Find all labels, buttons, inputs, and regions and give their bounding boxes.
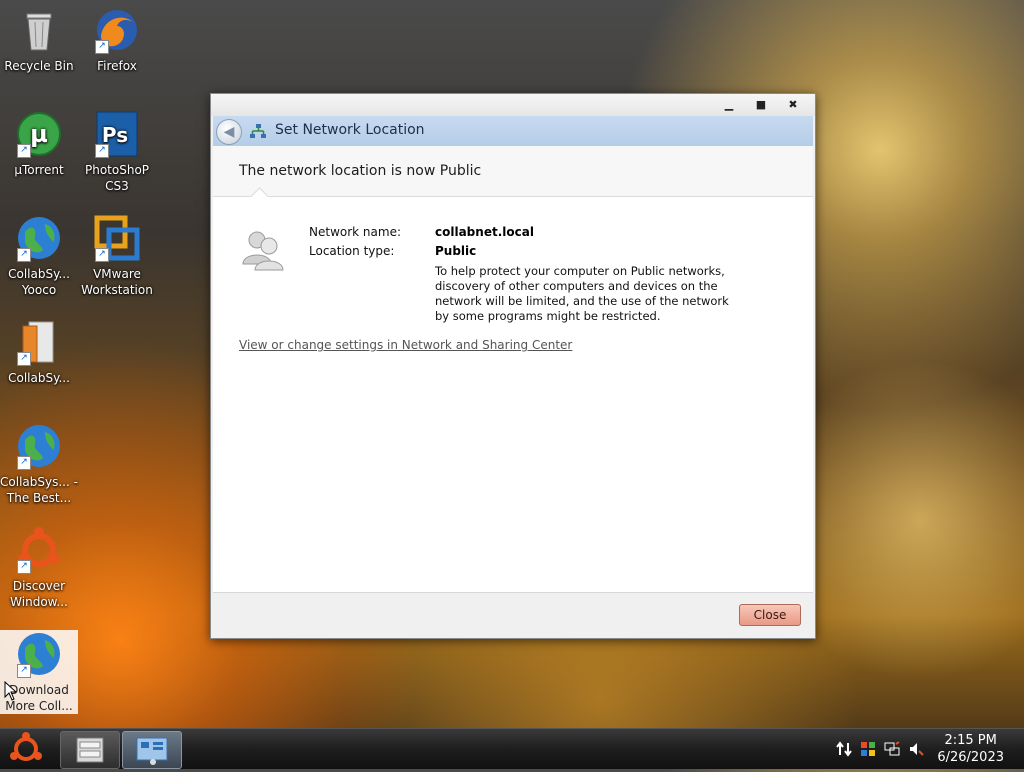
address-bar: ◀ Set Network Location xyxy=(213,116,813,147)
control-panel-icon xyxy=(136,737,168,765)
desktop-icon-discover-windows[interactable]: ↗ Discover Window... xyxy=(0,526,78,610)
recycle-bin-icon xyxy=(15,6,63,54)
network-connection-icon[interactable] xyxy=(884,741,900,757)
desktop-icon-collabsys[interactable]: ↗ CollabSy... xyxy=(0,318,78,386)
shortcut-arrow-icon: ↗ xyxy=(17,560,31,574)
window-close-button[interactable]: ✖ xyxy=(783,98,803,112)
collabsys-box-icon: ↗ xyxy=(15,318,63,366)
location-type-label: Location type: xyxy=(309,244,395,258)
taskbar-network-window-button[interactable] xyxy=(122,731,182,769)
desktop-icon-photoshop[interactable]: Ps ↗ PhotoShoP CS3 xyxy=(78,110,156,194)
taskbar: 2:15 PM 6/26/2023 xyxy=(0,728,1024,769)
start-button[interactable] xyxy=(4,731,48,767)
file-cabinet-icon xyxy=(76,737,104,763)
system-clock[interactable]: 2:15 PM 6/26/2023 xyxy=(937,732,1004,766)
back-arrow-icon: ◀ xyxy=(223,124,235,140)
page-heading: The network location is now Public xyxy=(239,163,482,179)
clock-time: 2:15 PM xyxy=(944,733,997,748)
back-button[interactable]: ◀ xyxy=(216,119,242,145)
shortcut-arrow-icon: ↗ xyxy=(17,456,31,470)
close-button[interactable]: Close xyxy=(739,604,801,626)
globe-icon: ↗ xyxy=(15,630,63,678)
desktop-icon-collabsys-best[interactable]: ↗ CollabSys... - The Best... xyxy=(0,422,78,506)
windows-flag-icon[interactable] xyxy=(860,741,876,757)
vmware-icon: ↗ xyxy=(93,214,141,262)
desktop-icon-vmware[interactable]: ↗ VMware Workstation xyxy=(78,214,156,298)
volume-icon[interactable] xyxy=(908,741,924,757)
desktop-icon-label: Firefox xyxy=(97,59,137,73)
desktop-icon-label: CollabSy... Yooco xyxy=(8,267,70,297)
photoshop-icon: Ps ↗ xyxy=(93,110,141,158)
location-type-value: Public xyxy=(435,244,477,258)
network-name-label: Network name: xyxy=(309,225,401,239)
minimize-button[interactable]: ▁ xyxy=(719,98,739,112)
desktop-icon-label: Recycle Bin xyxy=(4,59,74,73)
shortcut-arrow-icon: ↗ xyxy=(17,248,31,262)
network-name-value: collabnet.local xyxy=(435,225,534,239)
dialog-footer: Close xyxy=(213,592,813,637)
svg-text:µ: µ xyxy=(30,120,48,148)
mouse-cursor-icon xyxy=(4,680,18,705)
network-activity-icon[interactable] xyxy=(836,741,852,757)
firefox-icon: ↗ xyxy=(93,6,141,54)
desktop-icon-firefox[interactable]: ↗ Firefox xyxy=(78,6,156,74)
location-description: To help protect your computer on Public … xyxy=(435,264,729,323)
globe-icon: ↗ xyxy=(15,422,63,470)
desktop-icon-recycle-bin[interactable]: Recycle Bin xyxy=(0,6,78,74)
set-network-location-window: ▁ ■ ✖ ◀ Set Network Location The network… xyxy=(210,93,816,639)
desktop-icon-label: CollabSy... xyxy=(8,371,70,385)
utorrent-icon: µ ↗ xyxy=(15,110,63,158)
network-sharing-center-link[interactable]: View or change settings in Network and S… xyxy=(239,338,572,352)
ubuntu-start-icon xyxy=(10,732,42,761)
shortcut-arrow-icon: ↗ xyxy=(95,248,109,262)
globe-icon: ↗ xyxy=(15,214,63,262)
taskbar-file-manager-button[interactable] xyxy=(60,731,120,769)
desktop-icon-utorrent[interactable]: µ ↗ µTorrent xyxy=(0,110,78,178)
desktop-icon-label: µTorrent xyxy=(14,163,64,177)
desktop-icon-label: PhotoShoP CS3 xyxy=(84,163,150,193)
people-icon xyxy=(239,228,287,272)
shortcut-arrow-icon: ↗ xyxy=(17,664,31,678)
dialog-content: The network location is now Public Netwo… xyxy=(213,146,813,592)
desktop-icon-label: CollabSys... - The Best... xyxy=(0,475,78,505)
desktop-icon-label: VMware Workstation xyxy=(81,267,153,297)
desktop-icon-collabsys-yooco[interactable]: ↗ CollabSy... Yooco xyxy=(0,214,78,298)
window-titlebar[interactable]: ▁ ■ ✖ xyxy=(211,94,815,116)
shortcut-arrow-icon: ↗ xyxy=(17,144,31,158)
shortcut-arrow-icon: ↗ xyxy=(95,40,109,54)
desktop-icon-label: Discover Window... xyxy=(10,579,68,609)
shortcut-arrow-icon: ↗ xyxy=(17,352,31,366)
heading-band: The network location is now Public xyxy=(213,146,813,197)
clock-date: 6/26/2023 xyxy=(937,750,1004,765)
shortcut-arrow-icon: ↗ xyxy=(95,144,109,158)
network-icon xyxy=(249,122,267,140)
maximize-button[interactable]: ■ xyxy=(751,98,771,112)
window-title: Set Network Location xyxy=(275,122,425,138)
ubuntu-icon: ↗ xyxy=(15,526,63,574)
